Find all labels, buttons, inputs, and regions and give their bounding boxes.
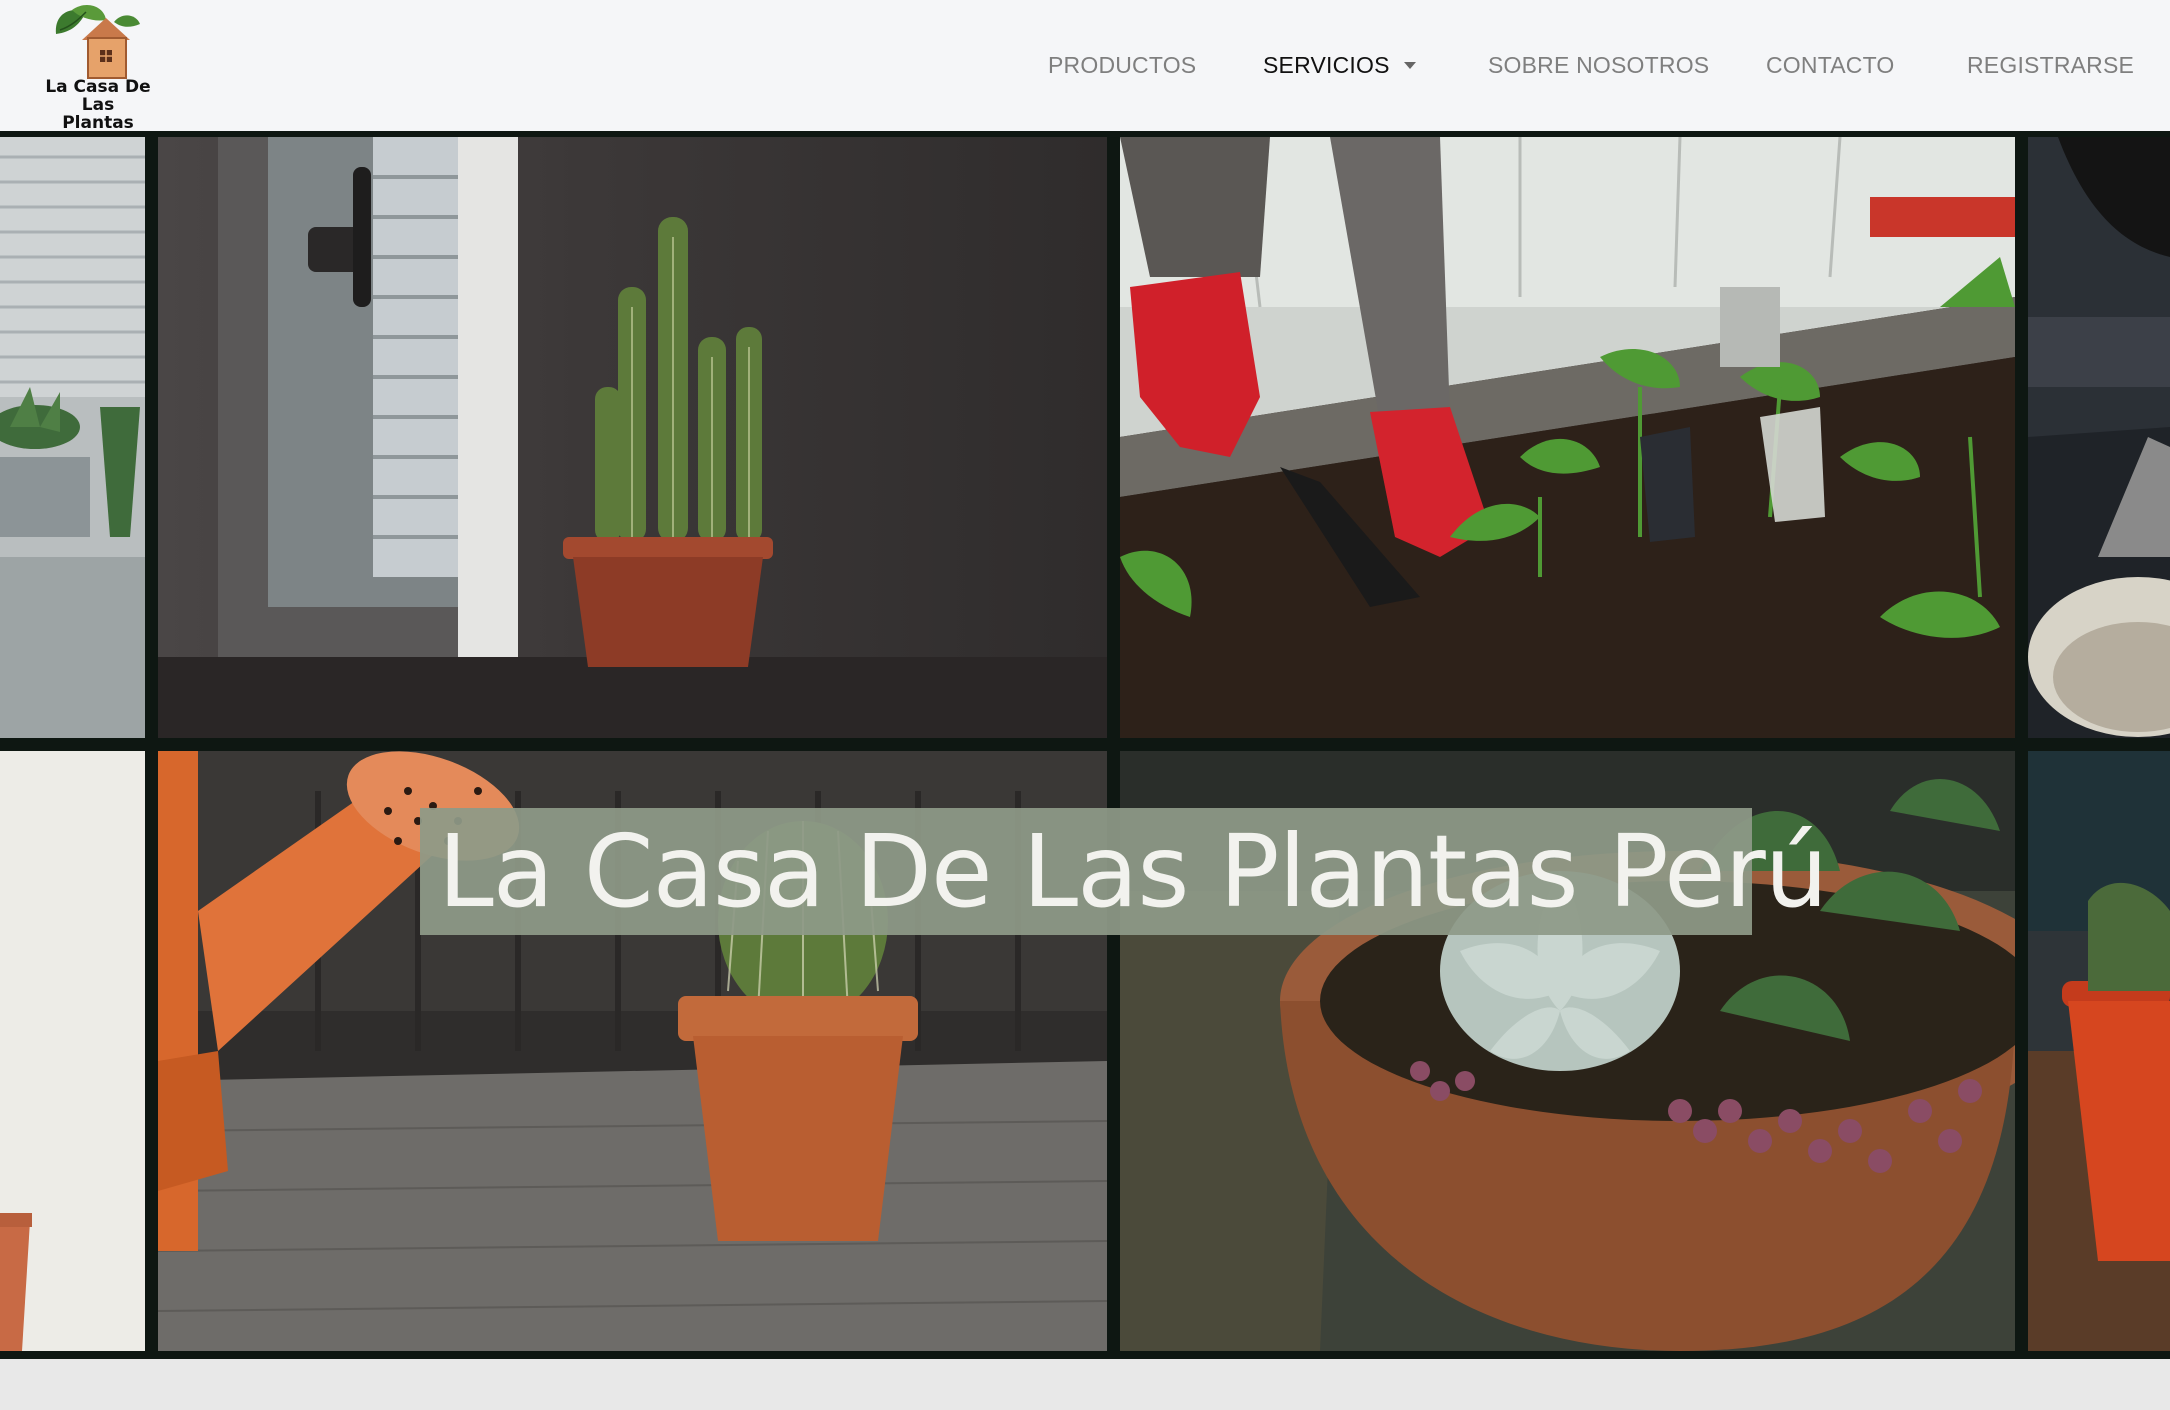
- page-bottom-band: [0, 1359, 2170, 1410]
- nav-sobre-nosotros[interactable]: SOBRE NOSOTROS: [1488, 50, 1709, 80]
- hero-title: La Casa De Las Plantas Perú: [438, 813, 1828, 930]
- nav-productos[interactable]: PRODUCTOS: [1048, 50, 1196, 80]
- white-wall-pot-photo: [0, 751, 145, 1351]
- chevron-down-icon[interactable]: [1404, 62, 1416, 69]
- logo-line1: La Casa De: [45, 77, 151, 97]
- house-plant-logo-icon: [55, 5, 140, 79]
- red-pot-partial-photo: [2028, 751, 2170, 1351]
- nav-servicios[interactable]: SERVICIOS: [1263, 50, 1390, 80]
- hero-title-overlay: La Casa De Las Plantas Perú: [420, 808, 1828, 935]
- site-header: La Casa De Las Plantas PRODUCTOS SERVICI…: [0, 0, 2170, 132]
- hero-banner: La Casa De Las Plantas Perú: [0, 131, 2170, 1359]
- partial-tile-right-top-photo: [2028, 137, 2170, 738]
- nav-contacto[interactable]: CONTACTO: [1766, 50, 1895, 80]
- logo-text: La Casa De Las Plantas: [44, 78, 152, 132]
- logo-line2: Las Plantas: [62, 95, 134, 133]
- gardener-planting-seedlings-photo: [1120, 137, 2015, 738]
- nav-registrarse[interactable]: REGISTRARSE: [1967, 50, 2134, 80]
- cactus-by-window-photo: [158, 137, 1107, 738]
- site-logo[interactable]: La Casa De Las Plantas: [44, 4, 152, 132]
- window-blinds-succulents-photo: [0, 137, 145, 738]
